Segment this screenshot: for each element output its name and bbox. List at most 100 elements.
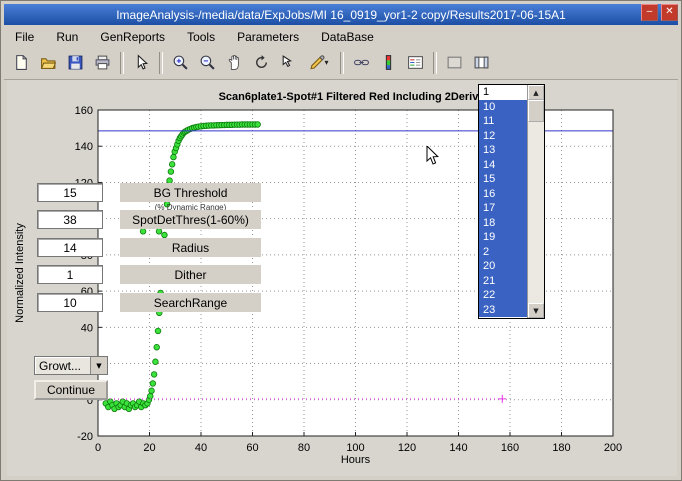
- listbox-item[interactable]: 2: [479, 245, 527, 260]
- scrollbar-up-button[interactable]: ▲: [528, 85, 544, 100]
- svg-text:-20: -20: [77, 431, 93, 443]
- listbox-item[interactable]: 1: [479, 85, 527, 100]
- menu-item-genreports[interactable]: GenReports: [89, 28, 176, 46]
- menu-item-file[interactable]: File: [4, 28, 45, 46]
- listbox-item[interactable]: 11: [479, 114, 527, 129]
- listbox-item[interactable]: 16: [479, 187, 527, 202]
- listbox-item[interactable]: 19: [479, 230, 527, 245]
- menu-item-run[interactable]: Run: [45, 28, 89, 46]
- scrollbar-down-button[interactable]: ▼: [528, 303, 544, 318]
- hide-plot-tools-icon: [446, 54, 463, 71]
- legend-icon: [407, 54, 424, 71]
- new-figure-button[interactable]: [8, 49, 35, 76]
- save-figure-button[interactable]: [62, 49, 89, 76]
- toolbar-separator: [159, 52, 163, 74]
- dither-input[interactable]: [37, 265, 103, 284]
- window-title: ImageAnalysis-/media/data/ExpJobs/MI 16_…: [116, 8, 566, 22]
- svg-text:200: 200: [604, 442, 622, 454]
- rotate-arrow-icon: [253, 54, 270, 71]
- link-plot-button[interactable]: [348, 49, 375, 76]
- svg-text:160: 160: [501, 442, 519, 454]
- figure-toolbar: ▾: [4, 46, 678, 80]
- scrollbar-track[interactable]: ▲ ▼: [527, 85, 544, 318]
- listbox-item[interactable]: 18: [479, 216, 527, 231]
- link-icon: [353, 54, 370, 71]
- svg-text:Scan6plate1-Spot#1 Filtered Re: Scan6plate1-Spot#1 Filtered Red Includin…: [219, 91, 493, 103]
- toolbar-separator: [433, 52, 437, 74]
- listbox-item[interactable]: 21: [479, 274, 527, 289]
- svg-text:20: 20: [143, 442, 155, 454]
- edit-plot-button[interactable]: [128, 49, 155, 76]
- svg-text:160: 160: [75, 105, 93, 117]
- number-listbox[interactable]: 110111213141516171819220212223 ▲ ▼: [478, 84, 545, 319]
- rotate-3d-button[interactable]: [248, 49, 275, 76]
- menu-item-parameters[interactable]: Parameters: [226, 28, 310, 46]
- svg-text:60: 60: [246, 442, 258, 454]
- svg-text:120: 120: [398, 442, 416, 454]
- window-titlebar[interactable]: ImageAnalysis-/media/data/ExpJobs/MI 16_…: [4, 4, 678, 25]
- toolbar-separator: [120, 52, 124, 74]
- open-folder-icon: [40, 54, 57, 71]
- listbox-item[interactable]: 23: [479, 303, 527, 318]
- menu-item-database[interactable]: DataBase: [310, 28, 385, 46]
- pan-button[interactable]: [221, 49, 248, 76]
- bg-threshold-input[interactable]: [37, 183, 103, 202]
- data-cursor-button[interactable]: [275, 49, 302, 76]
- arrow-cursor-icon: [133, 54, 150, 71]
- show-plot-tools-button[interactable]: [468, 49, 495, 76]
- svg-text:140: 140: [449, 442, 467, 454]
- new-document-icon: [13, 54, 30, 71]
- listbox-items: 110111213141516171819220212223: [479, 85, 527, 318]
- listbox-item[interactable]: 17: [479, 201, 527, 216]
- close-button[interactable]: ✕: [661, 4, 678, 21]
- svg-text:Normalized Intensity: Normalized Intensity: [14, 223, 26, 323]
- chevron-down-icon[interactable]: ▼: [90, 357, 107, 374]
- listbox-item[interactable]: 14: [479, 158, 527, 173]
- svg-text:80: 80: [298, 442, 310, 454]
- hand-icon: [226, 54, 243, 71]
- radius-input[interactable]: [37, 238, 103, 257]
- minimize-button[interactable]: –: [641, 4, 658, 21]
- svg-text:0: 0: [95, 442, 101, 454]
- insert-legend-button[interactable]: [402, 49, 429, 76]
- hide-plot-tools-button[interactable]: [441, 49, 468, 76]
- print-figure-button[interactable]: [89, 49, 116, 76]
- zoom-in-icon: [172, 54, 189, 71]
- search-range-label: SearchRange: [120, 293, 261, 312]
- radius-label: Radius: [120, 238, 261, 257]
- continue-button[interactable]: Continue: [34, 380, 108, 400]
- growth-plot[interactable]: 020406080100120140160180200-200204060801…: [7, 80, 677, 476]
- svg-text:100: 100: [346, 442, 364, 454]
- listbox-item[interactable]: 12: [479, 129, 527, 144]
- listbox-item[interactable]: 22: [479, 288, 527, 303]
- growth-dropdown[interactable]: Growt... ▼: [34, 356, 108, 375]
- zoom-in-button[interactable]: [167, 49, 194, 76]
- svg-text:Hours: Hours: [341, 454, 371, 466]
- svg-text:40: 40: [81, 322, 93, 334]
- brush-data-button[interactable]: ▾: [302, 49, 336, 76]
- open-file-button[interactable]: [35, 49, 62, 76]
- insert-colorbar-button[interactable]: [375, 49, 402, 76]
- scrollbar-thumb[interactable]: [528, 100, 544, 122]
- listbox-item[interactable]: 15: [479, 172, 527, 187]
- listbox-item[interactable]: 10: [479, 100, 527, 115]
- svg-text:140: 140: [75, 141, 93, 153]
- listbox-item[interactable]: 20: [479, 259, 527, 274]
- save-floppy-icon: [67, 54, 84, 71]
- growth-dropdown-value: Growt...: [35, 359, 90, 373]
- show-plot-tools-icon: [473, 54, 490, 71]
- svg-text:40: 40: [195, 442, 207, 454]
- dither-label: Dither: [120, 265, 261, 284]
- colorbar-icon: [380, 54, 397, 71]
- toolbar-separator: [340, 52, 344, 74]
- zoom-out-button[interactable]: [194, 49, 221, 76]
- listbox-item[interactable]: 13: [479, 143, 527, 158]
- spot-det-thres-input[interactable]: [37, 210, 103, 229]
- menu-item-tools[interactable]: Tools: [176, 28, 226, 46]
- data-cursor-icon: [280, 54, 297, 71]
- spot-det-thres-label: SpotDetThres(1-60%): [120, 210, 261, 229]
- chevron-down-icon[interactable]: ▾: [324, 58, 328, 67]
- zoom-out-icon: [199, 54, 216, 71]
- search-range-input[interactable]: [37, 293, 103, 312]
- svg-text:180: 180: [552, 442, 570, 454]
